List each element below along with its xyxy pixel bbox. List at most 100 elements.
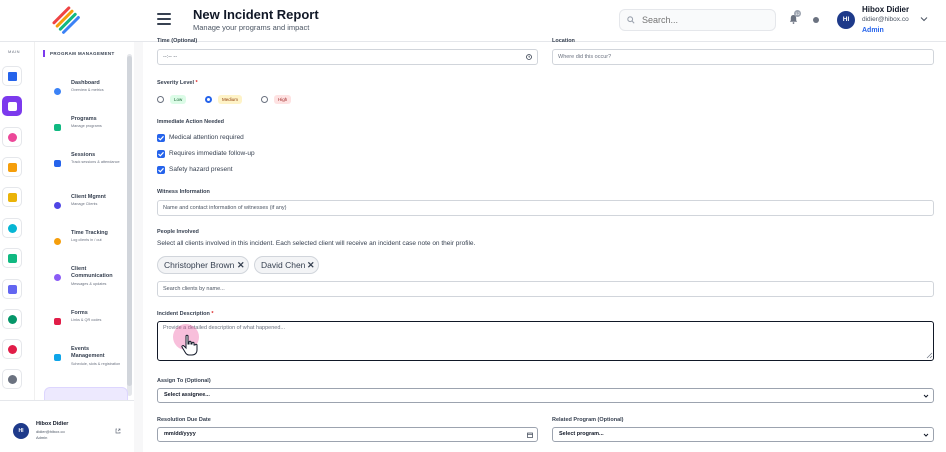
rail-flow-button[interactable] [2, 248, 22, 268]
required-mark: * [195, 80, 198, 86]
time-input[interactable]: --:-- -- [157, 49, 538, 65]
sidebar-item-events[interactable]: Events Management Schedule, slots & regi… [43, 344, 123, 374]
sidebar-user-email: didier@hibox.co [36, 429, 65, 434]
assign-label: Assign To (Optional) [157, 378, 211, 384]
sidebar: PROGRAM MANAGEMENT Dashboard Overview & … [35, 42, 134, 400]
description-textarea[interactable]: Provide a detailed description of what h… [157, 321, 934, 361]
rail-home-button[interactable] [2, 66, 22, 86]
people-label: People Involved [157, 229, 199, 235]
sidebar-item-communication[interactable]: Client Communication Messages & updates [43, 264, 123, 294]
communication-icon [54, 274, 61, 281]
sidebar-item-forms[interactable]: Forms Links & QR codes [43, 308, 123, 338]
severity-high-radio[interactable] [261, 96, 268, 103]
location-input[interactable]: Where did this occur? [552, 49, 934, 65]
people-helper-text: Select all clients involved in this inci… [157, 240, 476, 247]
clock-icon[interactable] [526, 54, 532, 60]
rail-docs-button[interactable] [2, 279, 22, 299]
chevron-down-icon[interactable] [920, 15, 928, 23]
assignee-select[interactable]: Select assignee... [157, 388, 934, 403]
close-icon[interactable]: ✕ [307, 257, 315, 273]
checkmark-icon [158, 167, 164, 173]
follow-up-checkbox[interactable] [157, 150, 165, 158]
client-chip-label: David Chen [261, 260, 306, 270]
sidebar-item-clients[interactable]: Client Mgmnt Manage Clients [43, 192, 123, 222]
rail-team-button[interactable] [2, 309, 22, 329]
rail-list-button[interactable] [2, 187, 22, 207]
calendar-icon [527, 432, 533, 438]
witness-input[interactable]: Name and contact information of witnesse… [157, 200, 934, 216]
due-date-label: Resolution Due Date [157, 417, 211, 423]
page-subtitle: Manage your programs and impact [193, 23, 310, 32]
sidebar-item-label: Forms [71, 310, 88, 316]
severity-label-text: Severity Level [157, 80, 194, 86]
rail-circle-button[interactable] [2, 218, 22, 238]
program-select[interactable]: Select program... [552, 427, 934, 442]
rocket-icon [7, 132, 17, 142]
sidebar-scrollbar-thumb[interactable] [127, 56, 132, 386]
rail-settings-button[interactable] [2, 369, 22, 389]
sidebar-item-sessions[interactable]: Sessions Track sessions & attendance [43, 150, 123, 180]
top-header: New Incident Report Manage your programs… [0, 0, 946, 42]
rail-wallet-button[interactable] [2, 157, 22, 177]
severity-low-radio[interactable] [157, 96, 164, 103]
location-label: Location [552, 38, 575, 44]
close-icon[interactable]: ✕ [237, 257, 245, 273]
client-chip: Christopher Brown ✕ [157, 256, 249, 274]
icon-rail: MAIN [0, 42, 35, 400]
theme-toggle-icon[interactable] [813, 17, 819, 23]
sidebar-item-desc: Manage Clients [71, 202, 98, 206]
medical-attention-checkbox[interactable] [157, 134, 165, 142]
team-icon [7, 314, 17, 324]
sidebar-item-desc: Overview & metrics [71, 88, 104, 92]
checkmark-icon [158, 135, 164, 141]
network-icon [7, 101, 17, 111]
external-link-icon[interactable] [115, 428, 121, 434]
search-icon [627, 16, 635, 24]
search-input[interactable] [619, 9, 776, 31]
sidebar-section-title: PROGRAM MANAGEMENT [43, 50, 115, 57]
description-label-text: Incident Description [157, 311, 210, 317]
due-date-input[interactable]: mm/dd/yyyy [157, 427, 538, 442]
logo-icon [52, 6, 80, 34]
sidebar-user-card: HI Hibox Didier didier@hibox.co Admin [0, 400, 134, 452]
docs-icon [7, 284, 17, 294]
sidebar-item-programs[interactable]: Programs Manage programs [43, 114, 123, 144]
rail-rocket-button[interactable] [2, 127, 22, 147]
time-icon [54, 238, 61, 245]
sidebar-item-label: Time Tracking [71, 230, 108, 236]
sidebar-item-time-tracking[interactable]: Time Tracking Log clients in / out [43, 228, 123, 258]
sidebar-item-label: Sessions [71, 152, 96, 158]
safety-hazard-label: Safety hazard present [169, 166, 233, 173]
sidebar-item-label: Programs [71, 116, 97, 122]
clients-icon [54, 202, 61, 209]
program-select-value: Select program... [559, 431, 604, 437]
wallet-icon [7, 162, 17, 172]
hamburger-menu-icon[interactable] [157, 13, 171, 25]
rail-programs-button[interactable] [2, 96, 22, 116]
sidebar-item-label: Dashboard [71, 80, 100, 86]
severity-medium-radio[interactable] [205, 96, 212, 103]
resize-handle-icon[interactable] [926, 352, 933, 359]
notification-badge: 12 [794, 10, 801, 17]
sidebar-active-item[interactable] [44, 387, 128, 401]
circle-icon [7, 223, 17, 233]
user-role: Admin [862, 27, 884, 34]
follow-up-label: Requires immediate follow-up [169, 150, 255, 157]
program-label: Related Program (Optional) [552, 417, 624, 423]
pie-chart-icon [7, 344, 17, 354]
avatar[interactable]: HI [13, 423, 29, 439]
rail-chart-button[interactable] [2, 339, 22, 359]
sidebar-item-desc: Track sessions & attendance [71, 160, 120, 164]
chevron-down-icon [923, 394, 929, 398]
sidebar-item-dashboard[interactable]: Dashboard Overview & metrics [43, 78, 123, 108]
flow-icon [7, 253, 17, 263]
sidebar-item-desc: Schedule, slots & registration [71, 362, 121, 366]
page-title: New Incident Report [193, 7, 319, 22]
user-name: Hibox Didier [862, 5, 910, 14]
events-icon [54, 354, 61, 361]
avatar[interactable]: HI [837, 11, 855, 29]
safety-hazard-checkbox[interactable] [157, 166, 165, 174]
severity-medium-label: Medium [218, 95, 243, 104]
list-icon [7, 192, 17, 202]
client-search-input[interactable]: Search clients by name... [157, 281, 934, 297]
